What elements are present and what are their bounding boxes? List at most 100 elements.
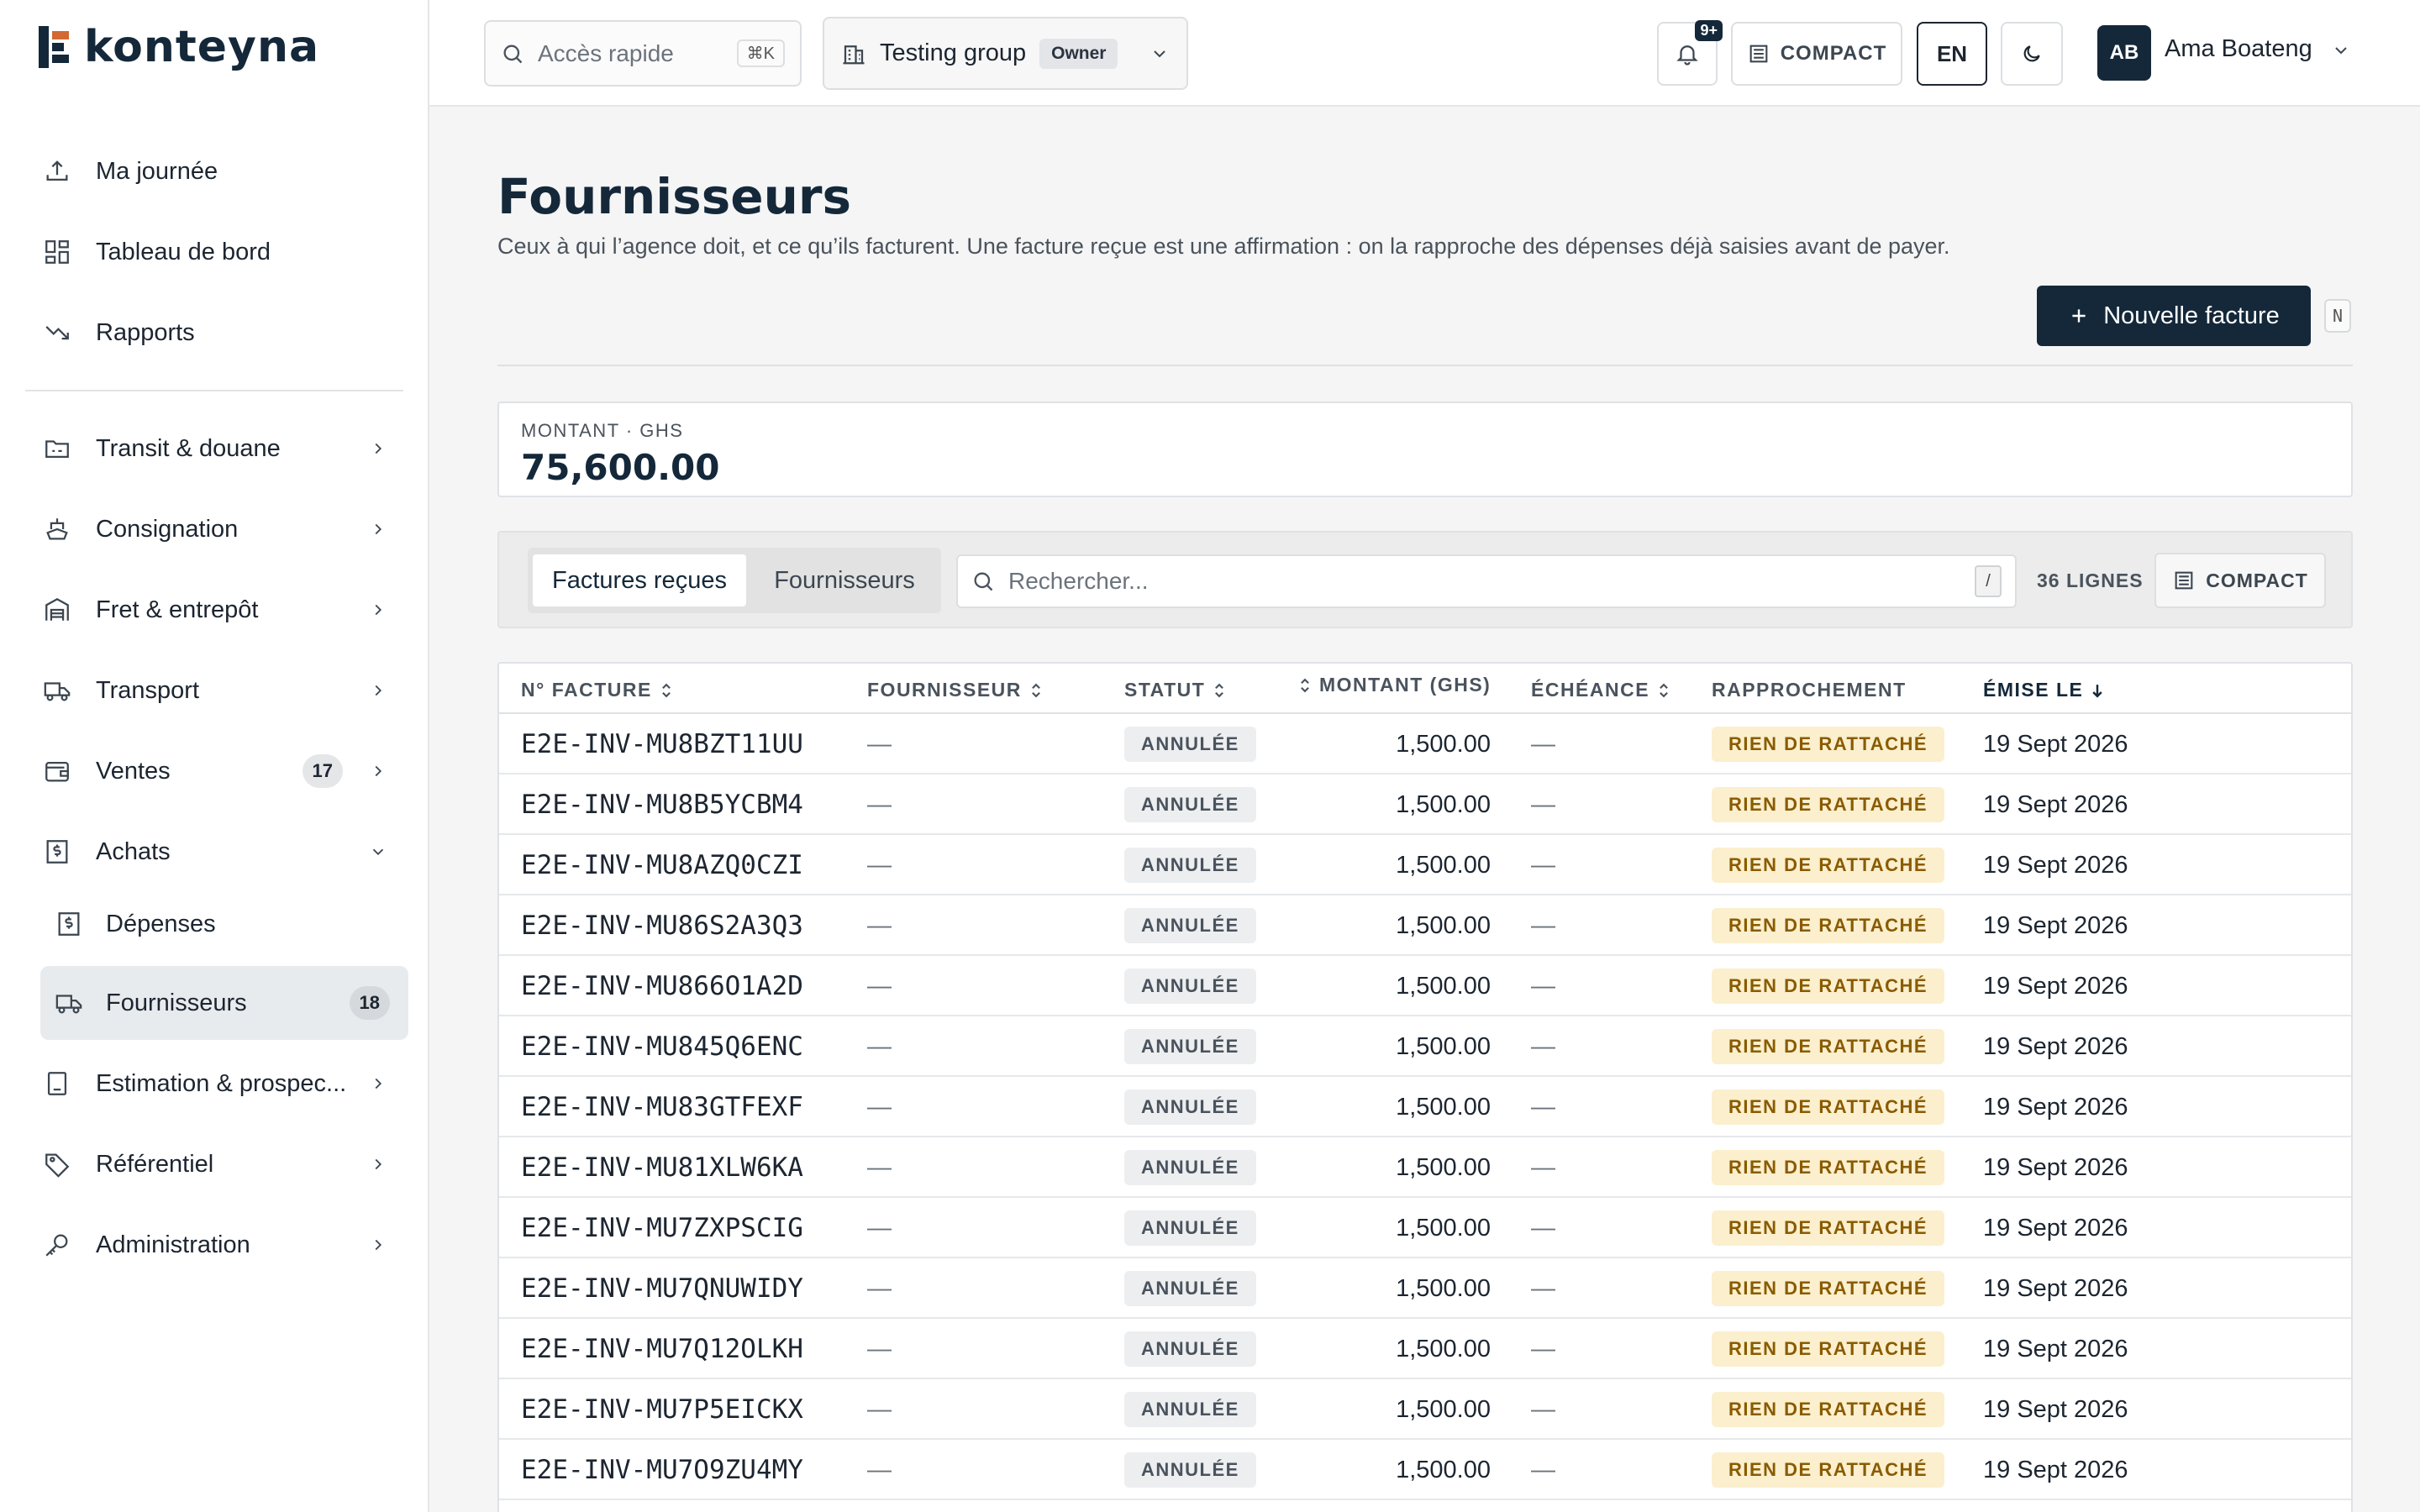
- invoice-number: E2E-INV-MU7ZXPSCIG: [521, 1198, 803, 1258]
- app-name: konteyna: [84, 22, 320, 72]
- warehouse-icon: [40, 593, 74, 627]
- table-row[interactable]: E2E-INV-MU7ZXPSCIG — ANNULÉE 1,500.00 — RIEN …: [499, 1198, 2351, 1258]
- upload-tray-icon: [40, 155, 74, 188]
- sidebar-item-fournisseurs[interactable]: Fournisseurs 18: [40, 966, 408, 1040]
- tab-fournisseurs[interactable]: Fournisseurs: [756, 554, 933, 606]
- plus-icon: [2068, 305, 2090, 327]
- amount-cell-text: 1,500.00: [1396, 1214, 1491, 1242]
- due-date-cell: —: [1531, 1319, 1555, 1379]
- sidebar-item-transport[interactable]: Transport: [29, 655, 408, 726]
- rows-count: 36 LIGNES: [2037, 570, 2144, 591]
- supplier-cell-text: —: [867, 1032, 892, 1060]
- supplier-cell: —: [867, 714, 892, 774]
- invoice-number-text: E2E-INV-MU7P5EICKX: [521, 1394, 803, 1425]
- language-label: EN: [1936, 40, 1968, 66]
- notification-count-badge: 9+: [1695, 20, 1723, 41]
- table-row[interactable]: E2E-INV-MU8BZT11UU — ANNULÉE 1,500.00 — RIEN …: [499, 714, 2351, 774]
- sort-icon: [1212, 681, 1227, 700]
- sort-icon: [1656, 681, 1671, 700]
- issued-date-cell-text: 19 Sept 2026: [1983, 1335, 2128, 1362]
- status-badge: ANNULÉE: [1124, 727, 1256, 762]
- status-badge: ANNULÉE: [1124, 969, 1256, 1004]
- invoice-number-text: E2E-INV-MU8AZQ0CZI: [521, 850, 803, 880]
- issued-date-cell-text: 19 Sept 2026: [1983, 1093, 2128, 1121]
- status-badge: ANNULÉE: [1124, 1271, 1256, 1306]
- amount-cell: 1,500.00: [1339, 1137, 1491, 1198]
- amount-cell-text: 1,500.00: [1396, 1335, 1491, 1362]
- sidebar-item-estimation[interactable]: Estimation & prospec...: [29, 1048, 408, 1119]
- language-button[interactable]: EN: [1917, 22, 1987, 86]
- table-row[interactable]: E2E-INV-MU7Q12OLKH — ANNULÉE 1,500.00 — RIEN …: [499, 1319, 2351, 1379]
- column-header-emise-le[interactable]: ÉMISE LE: [1983, 679, 2105, 701]
- sidebar-item-tableau-de-bord[interactable]: Tableau de bord: [29, 217, 408, 287]
- due-date-cell: —: [1531, 956, 1555, 1016]
- sidebar-item-referentiel[interactable]: Référentiel: [29, 1129, 408, 1200]
- column-header-statut[interactable]: STATUT: [1124, 679, 1227, 701]
- table-header: N° FACTURE FOURNISSEUR STATUT MONTANT (G…: [499, 664, 2351, 714]
- search-input[interactable]: Rechercher... /: [956, 554, 2017, 608]
- quick-access-input[interactable]: Accès rapide ⌘K: [484, 20, 802, 87]
- issued-date-cell-text: 19 Sept 2026: [1983, 1395, 2128, 1423]
- sidebar-item-transit-douane[interactable]: Transit & douane: [29, 413, 408, 484]
- sidebar-item-achats[interactable]: Achats: [29, 816, 408, 887]
- table-row[interactable]: E2E-INV-MU81XLW6KA — ANNULÉE 1,500.00 — RIEN …: [499, 1137, 2351, 1198]
- sidebar-item-ma-journee[interactable]: Ma journée: [29, 136, 408, 207]
- sidebar: konteyna Ma journée Tableau de bord Rapp…: [0, 0, 429, 1512]
- column-header-montant[interactable]: MONTANT (GHS): [1297, 674, 1491, 696]
- due-date-cell: —: [1531, 1198, 1555, 1258]
- notifications-button[interactable]: 9+: [1657, 20, 1723, 86]
- sidebar-item-administration[interactable]: Administration: [29, 1210, 408, 1280]
- table-row[interactable]: E2E-INV-MU7P5EICKX — ANNULÉE 1,500.00 — RIEN …: [499, 1379, 2351, 1440]
- amount-cell-text: 1,500.00: [1396, 1153, 1491, 1181]
- due-date-cell: —: [1531, 1440, 1555, 1500]
- column-header-num[interactable]: N° FACTURE: [521, 679, 674, 701]
- status-badge: ANNULÉE: [1124, 1331, 1256, 1367]
- due-date-cell: —: [1531, 1137, 1555, 1198]
- reconciliation-cell: RIEN DE RATTACHÉ: [1712, 1379, 1945, 1440]
- supplier-cell: —: [867, 1379, 892, 1440]
- table-row[interactable]: E2E-INV-MU83GTFEXF — ANNULÉE 1,500.00 — RIEN …: [499, 1077, 2351, 1137]
- table-row[interactable]: E2E-INV-MU845Q6ENC — ANNULÉE 1,500.00 — RIEN …: [499, 1016, 2351, 1077]
- logo[interactable]: konteyna: [37, 22, 319, 72]
- new-invoice-button[interactable]: Nouvelle facture: [2037, 286, 2311, 346]
- tab-factures-recues[interactable]: Factures reçues: [533, 554, 746, 606]
- sidebar-item-consignation[interactable]: Consignation: [29, 494, 408, 564]
- compact-toggle-button[interactable]: COMPACT: [2154, 553, 2326, 608]
- compact-toggle-button[interactable]: COMPACT: [1731, 22, 1902, 86]
- group-selector[interactable]: Testing group Owner: [823, 17, 1188, 90]
- due-date-cell-text: —: [1531, 1093, 1555, 1121]
- chevron-down-icon[interactable]: [2328, 37, 2354, 64]
- new-invoice-label: Nouvelle facture: [2103, 302, 2280, 329]
- issued-date-cell-text: 19 Sept 2026: [1983, 1032, 2128, 1060]
- issued-date-cell-text: 19 Sept 2026: [1983, 730, 2128, 758]
- sidebar-item-fret-entrepot[interactable]: Fret & entrepôt: [29, 575, 408, 645]
- status-cell: ANNULÉE: [1124, 1258, 1256, 1319]
- theme-toggle-button[interactable]: [2001, 22, 2063, 86]
- column-header-fournisseur[interactable]: FOURNISSEUR: [867, 679, 1044, 701]
- table-row[interactable]: E2E-INV-MU86S2A3Q3 — ANNULÉE 1,500.00 — RIEN …: [499, 895, 2351, 956]
- sidebar-item-depenses[interactable]: Dépenses: [40, 890, 408, 958]
- table-row[interactable]: E2E-INV-MU8B5YCBM4 — ANNULÉE 1,500.00 — RIEN …: [499, 774, 2351, 835]
- group-name: Testing group: [880, 39, 1027, 66]
- tag-icon: [40, 1147, 74, 1181]
- moon-icon: [2021, 43, 2043, 65]
- supplier-cell-text: —: [867, 972, 892, 1000]
- invoice-number-text: E2E-INV-MU7ZXPSCIG: [521, 1213, 803, 1243]
- table-row[interactable]: E2E-INV-MU8AZQ0CZI — ANNULÉE 1,500.00 — RIEN …: [499, 835, 2351, 895]
- reconciliation-badge: RIEN DE RATTACHÉ: [1712, 1210, 1945, 1246]
- reconciliation-cell: RIEN DE RATTACHÉ: [1712, 1198, 1945, 1258]
- search-shortcut: /: [1975, 565, 2002, 597]
- user-name[interactable]: Ama Boateng: [2165, 35, 2312, 63]
- issued-date-cell: 19 Sept 2026: [1983, 1016, 2128, 1077]
- table-row[interactable]: E2E-INV-MU866O1A2D — ANNULÉE 1,500.00 — RIEN …: [499, 956, 2351, 1016]
- issued-date-cell: 19 Sept 2026: [1983, 895, 2128, 956]
- sidebar-item-ventes[interactable]: Ventes 17: [29, 736, 408, 806]
- reconciliation-cell: RIEN DE RATTACHÉ: [1712, 774, 1945, 835]
- sidebar-item-rapports[interactable]: Rapports: [29, 297, 408, 368]
- supplier-cell: —: [867, 1319, 892, 1379]
- table-row[interactable]: E2E-INV-MU7O9ZU4MY — ANNULÉE 1,500.00 — RIEN …: [499, 1440, 2351, 1500]
- column-header-echeance[interactable]: ÉCHÉANCE: [1531, 679, 1671, 701]
- avatar[interactable]: AB: [2097, 25, 2151, 81]
- table-row[interactable]: E2E-INV-MU7QNUWIDY — ANNULÉE 1,500.00 — RIEN …: [499, 1258, 2351, 1319]
- supplier-cell-text: —: [867, 1456, 892, 1483]
